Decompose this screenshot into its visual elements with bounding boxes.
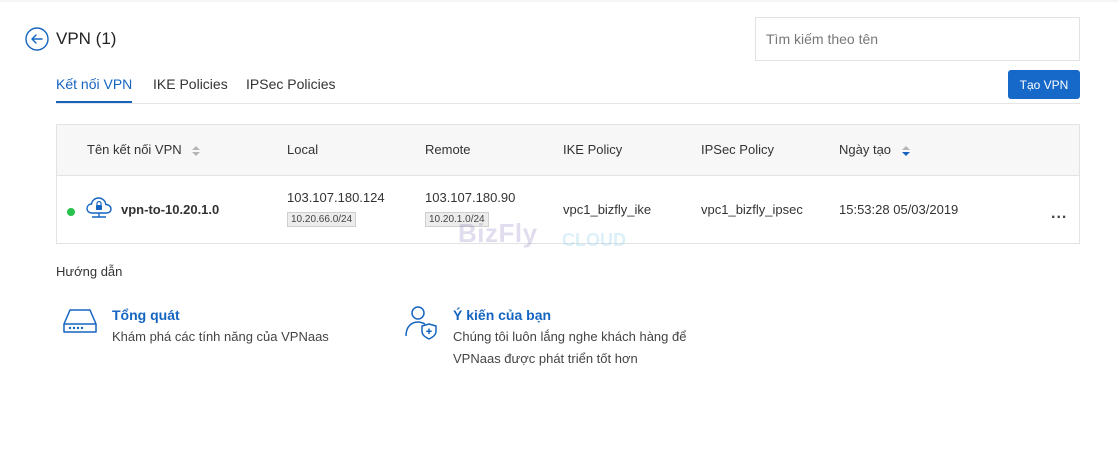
status-indicator: [67, 208, 75, 216]
tab-ike-policies[interactable]: IKE Policies: [153, 76, 228, 103]
tab-bar: Kết nối VPN IKE Policies IPSec Policies: [56, 76, 1080, 104]
search-input[interactable]: [755, 17, 1080, 61]
guide-title: Hướng dẫn: [56, 264, 123, 279]
column-header-ipsec-policy: IPSec Policy: [701, 142, 774, 157]
table-row[interactable]: vpn-to-10.20.1.0 103.107.180.124 10.20.6…: [57, 177, 1079, 243]
local-subnet-badge: 10.20.66.0/24: [287, 212, 357, 227]
guide-overview-link[interactable]: Tổng quát: [112, 307, 180, 323]
created-date: 15:53:28 05/03/2019: [839, 202, 959, 217]
user-shield-icon: [405, 306, 437, 340]
vpn-name[interactable]: vpn-to-10.20.1.0: [121, 202, 219, 217]
cloud-lock-icon: [86, 197, 112, 218]
server-icon: [63, 309, 97, 333]
local-ip: 103.107.180.124: [287, 190, 385, 205]
sort-desc-icon[interactable]: [901, 145, 911, 157]
guide-feedback-description: Chúng tôi luôn lắng nghe khách hàng để V…: [453, 329, 687, 366]
column-header-ike-policy: IKE Policy: [563, 142, 623, 157]
vpn-table: Tên kết nối VPN Local Remote IKE Policy …: [56, 124, 1080, 244]
sort-icon[interactable]: [191, 145, 201, 157]
create-vpn-button[interactable]: Tạo VPN: [1008, 70, 1080, 99]
column-header-name-label: Tên kết nối VPN: [87, 142, 182, 157]
column-header-remote: Remote: [425, 142, 471, 157]
page-title: VPN (1): [56, 29, 117, 48]
column-header-local: Local: [287, 142, 319, 157]
guide-feedback-link[interactable]: Ý kiến của bạn: [453, 307, 551, 323]
top-divider: [0, 0, 1119, 2]
more-actions-icon[interactable]: ...: [1051, 205, 1067, 223]
column-header-name[interactable]: Tên kết nối VPN: [87, 142, 201, 157]
remote-subnet-badge: 10.20.1.0/24: [425, 212, 489, 227]
ipsec-policy-value: vpc1_bizfly_ipsec: [701, 202, 803, 217]
column-header-created-label: Ngày tạo: [839, 142, 892, 157]
back-arrow-icon[interactable]: [25, 27, 49, 51]
tab-ipsec-policies[interactable]: IPSec Policies: [246, 76, 335, 103]
ike-policy-value: vpc1_bizfly_ike: [563, 202, 652, 217]
table-header: Tên kết nối VPN Local Remote IKE Policy …: [57, 125, 1079, 176]
column-header-created[interactable]: Ngày tạo: [839, 142, 911, 157]
guide-overview-description: Khám phá các tính năng của VPNaas: [112, 329, 329, 344]
remote-ip: 103.107.180.90: [425, 190, 516, 205]
tab-vpn-connections[interactable]: Kết nối VPN: [56, 76, 133, 103]
